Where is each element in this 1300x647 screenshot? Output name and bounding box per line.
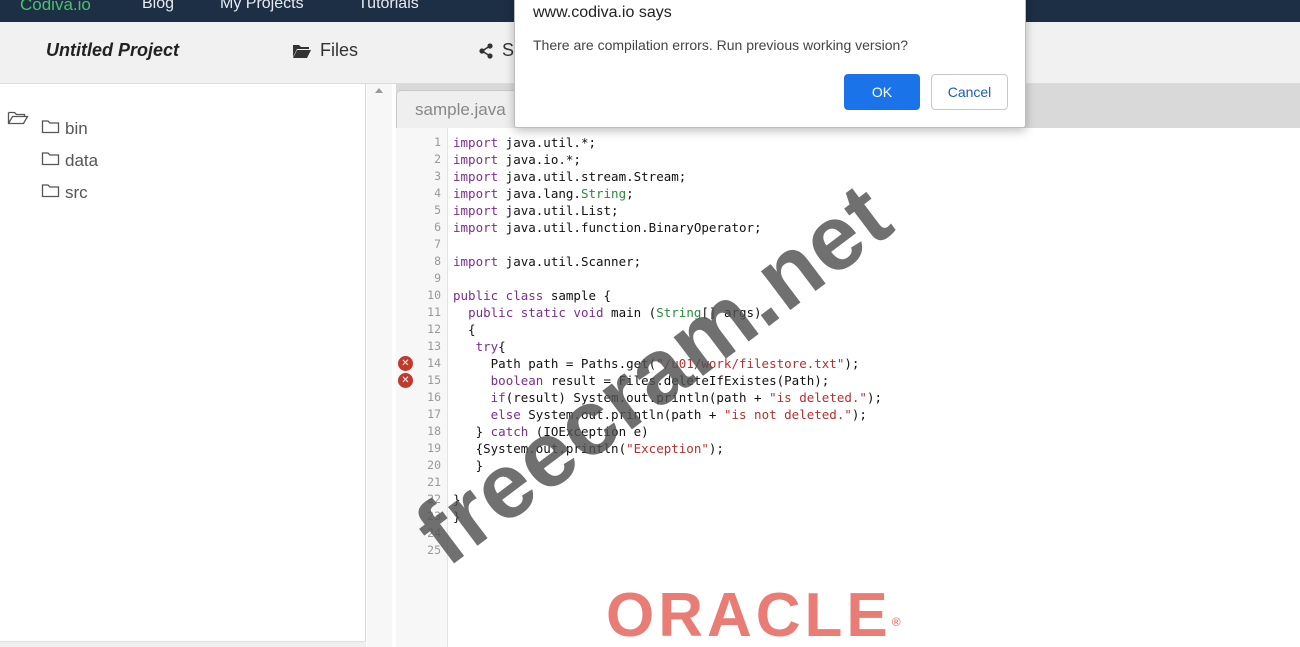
alert-dialog: www.codiva.io says There are compilation…	[514, 0, 1026, 128]
line-number: 22	[427, 492, 441, 506]
line-number: 11	[427, 305, 441, 319]
files-button-label: Files	[320, 40, 359, 60]
line-number: 9	[434, 271, 441, 285]
code-line: Path path = Paths.get("/u01/work/filesto…	[453, 356, 860, 371]
line-number: 10	[427, 288, 441, 302]
line-number: 2	[434, 152, 441, 166]
folder-icon	[41, 119, 60, 139]
folder-icon	[41, 183, 60, 203]
tree-item-data[interactable]: data	[41, 151, 98, 171]
line-number: 14	[427, 356, 441, 370]
nav-link-blog[interactable]: Blog	[142, 0, 174, 13]
project-title[interactable]: Untitled Project	[46, 40, 179, 61]
cancel-button[interactable]: Cancel	[931, 74, 1008, 110]
line-number: 20	[427, 458, 441, 472]
nav-link-tutorials[interactable]: Tutorials	[358, 0, 419, 13]
tree-item-label: data	[65, 151, 99, 170]
line-number-gutter: 1 2 3 4 5 6 7 8 9 10 11 12 13 14 ✕ 15 ✕ 16 17 18 19 20 21 22 23 2…	[396, 128, 448, 647]
code-line: }	[453, 492, 461, 507]
oracle-logo-text: ORACLE	[606, 581, 892, 647]
share-button-label: S	[502, 40, 515, 60]
code-editor[interactable]: import java.util.*; import java.io.*; impo…	[453, 128, 1293, 647]
code-line: import java.io.*;	[453, 152, 581, 167]
line-number: 13	[427, 339, 441, 353]
line-number: 1	[434, 135, 441, 149]
line-number: 3	[434, 169, 441, 183]
code-line: }	[453, 458, 484, 473]
oracle-logo: ORACLE®	[606, 585, 901, 647]
share-button[interactable]: S	[478, 40, 514, 61]
line-number: 6	[434, 220, 441, 234]
tree-item-bin[interactable]: bin	[41, 119, 88, 139]
tree-item-label: bin	[65, 119, 88, 138]
code-line: import java.util.function.BinaryOperator…	[453, 220, 762, 235]
line-number: 17	[427, 407, 441, 421]
line-number: 4	[434, 186, 441, 200]
file-panel-scrollbar[interactable]	[0, 641, 366, 647]
code-line: {System.out.println("Exception");	[453, 441, 724, 456]
code-line: {	[453, 322, 476, 337]
tab-label: sample.java	[415, 100, 506, 119]
nav-link-my-projects[interactable]: My Projects	[220, 0, 304, 13]
line-number: 16	[427, 390, 441, 404]
error-icon[interactable]: ✕	[398, 356, 413, 371]
line-number: 8	[434, 254, 441, 268]
tree-item-label: src	[65, 183, 88, 202]
code-line: public class sample {	[453, 288, 612, 303]
registered-mark: ®	[891, 615, 901, 629]
folder-open-icon	[292, 43, 312, 59]
code-line: try{	[475, 339, 506, 354]
code-line: public static void main (String[] args)	[468, 305, 762, 320]
line-number: 7	[434, 237, 441, 251]
code-line: }	[453, 509, 461, 524]
brand-logo[interactable]: Codiva.io	[20, 0, 91, 15]
code-line: import java.util.stream.Stream;	[453, 169, 687, 184]
file-tree-panel: bin data src	[0, 84, 366, 647]
code-line: else System.out.println(path + "is not d…	[490, 407, 867, 422]
line-number: 24	[427, 526, 441, 540]
code-line: import java.util.*;	[453, 135, 596, 150]
error-icon[interactable]: ✕	[398, 373, 413, 388]
share-icon	[478, 42, 494, 59]
line-number: 21	[427, 475, 441, 489]
folder-open-icon[interactable]	[7, 110, 29, 131]
line-number: 15	[427, 373, 441, 387]
ok-button[interactable]: OK	[844, 74, 920, 110]
folder-icon	[41, 151, 60, 171]
line-number: 25	[427, 543, 441, 557]
panel-splitter-scrollbar[interactable]	[367, 84, 392, 647]
line-number: 19	[427, 441, 441, 455]
code-line: import java.util.Scanner;	[453, 254, 642, 269]
line-number: 5	[434, 203, 441, 217]
dialog-title: www.codiva.io says	[533, 4, 672, 21]
code-line: import java.util.List;	[453, 203, 619, 218]
code-line: } catch (IOException e)	[453, 424, 649, 439]
scroll-up-arrow-icon[interactable]	[375, 88, 383, 93]
code-line: boolean result = Files.deleteIfExistes(P…	[490, 373, 830, 388]
line-number: 12	[427, 322, 441, 336]
files-button[interactable]: Files	[292, 40, 358, 61]
code-line: import java.lang.String;	[453, 186, 634, 201]
tree-item-src[interactable]: src	[41, 183, 88, 203]
app-root: Codiva.io Blog My Projects Tutorials Unt…	[0, 0, 1300, 647]
line-number: 23	[427, 509, 441, 523]
line-number: 18	[427, 424, 441, 438]
dialog-message: There are compilation errors. Run previo…	[533, 37, 909, 53]
code-line: if(result) System.out.println(path + "is…	[490, 390, 883, 405]
